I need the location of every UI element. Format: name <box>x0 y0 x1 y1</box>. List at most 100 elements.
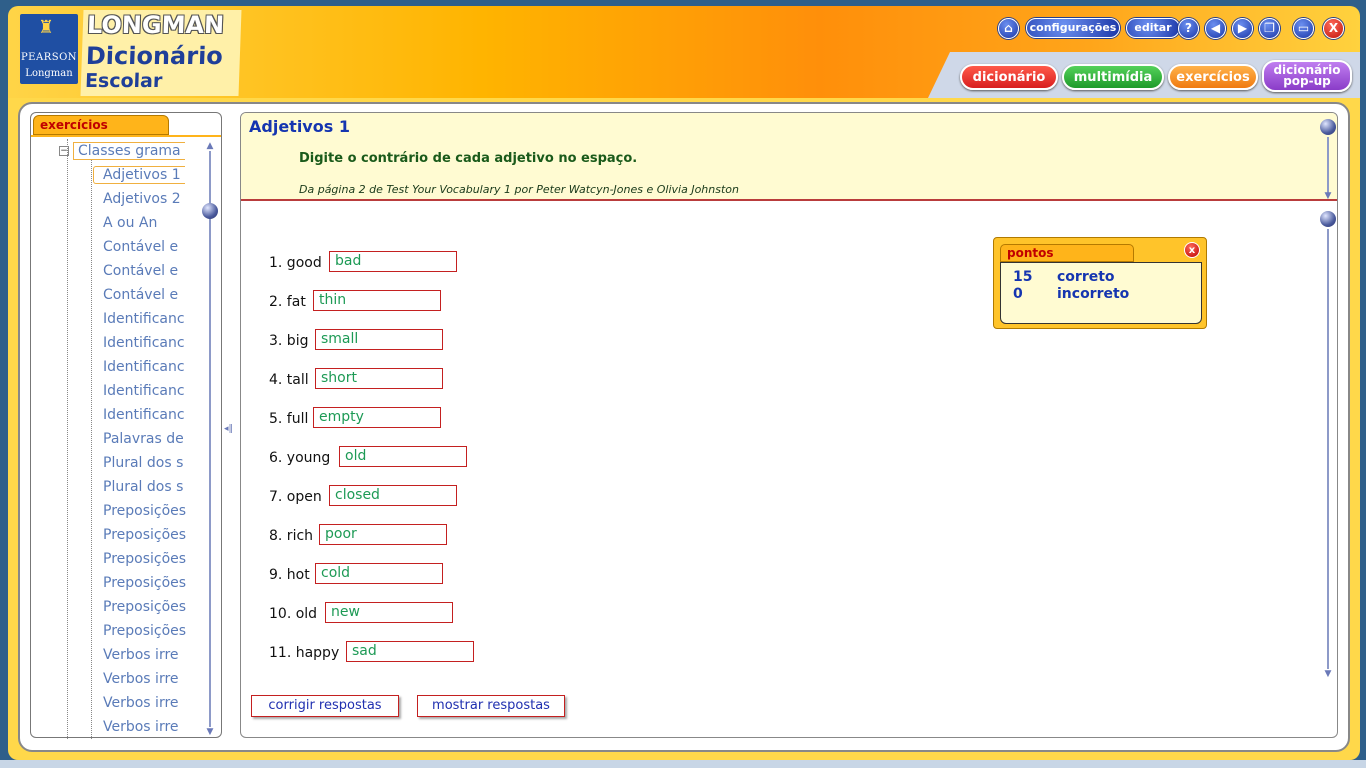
show-answers-button[interactable]: mostrar respostas <box>417 695 565 717</box>
tree-item-label: Preposições <box>103 503 187 519</box>
home-icon[interactable]: ⌂ <box>998 18 1019 39</box>
tree-item-label: Adjetivos 2 <box>103 191 181 207</box>
tree-item-label: Verbos irre <box>103 647 179 663</box>
tree-item[interactable]: Verbos irre <box>93 669 201 689</box>
header-scroll-thumb[interactable] <box>1320 119 1336 135</box>
score-close-button[interactable]: x <box>1184 242 1200 258</box>
tree-item[interactable]: Plural dos s <box>93 477 201 497</box>
collapse-icon[interactable]: − <box>59 146 69 156</box>
header-scroll-down-icon[interactable]: ▼ <box>1321 191 1335 201</box>
check-answers-button[interactable]: corrigir respostas <box>251 695 399 717</box>
tree-item[interactable]: Plural dos s <box>93 453 201 473</box>
tree-item[interactable]: Preposições <box>93 501 201 521</box>
tree-item[interactable]: Adjetivos 1 <box>93 165 201 185</box>
publisher-top: PEARSON <box>20 52 78 63</box>
tree-item[interactable]: Contável e <box>93 261 201 281</box>
forward-icon[interactable]: ▶ <box>1232 18 1253 39</box>
sidebar-tab-exercises[interactable]: exercícios <box>33 115 169 135</box>
tree-item[interactable]: Palavras de <box>93 429 201 449</box>
question-label: 9. hot <box>269 567 310 583</box>
exercise-title: Adjetivos 1 <box>249 117 350 136</box>
tree-item[interactable]: Preposições <box>93 597 201 617</box>
app-window: ♜ PEARSON Longman LONGMAN Dicionário Esc… <box>0 0 1366 768</box>
scroll-thumb[interactable] <box>202 203 218 219</box>
answer-input[interactable]: closed <box>329 485 457 506</box>
product-line1: Dicionário <box>85 42 224 70</box>
tree-item-label: Adjetivos 1 <box>93 166 185 184</box>
questions-scroll-thumb[interactable] <box>1320 211 1336 227</box>
answer-input[interactable]: short <box>315 368 443 389</box>
header-scrollbar[interactable]: ▼ <box>1320 119 1336 201</box>
answer-input[interactable]: bad <box>329 251 457 272</box>
answer-input[interactable]: cold <box>315 563 443 584</box>
nav-exercises-button[interactable]: exercícios <box>1168 64 1258 90</box>
tree-item[interactable]: Preposições <box>93 573 201 593</box>
tree-item-label: Preposições <box>103 599 187 615</box>
tree-item[interactable]: Identificanc <box>93 405 201 425</box>
answer-input[interactable]: poor <box>319 524 447 545</box>
score-panel: pontos x 15 correto 0 incorreto <box>993 237 1207 329</box>
correct-count: 15 <box>1013 269 1033 285</box>
tree-item-label: Contável e <box>103 287 179 303</box>
tree-item[interactable]: Verbos irre <box>93 717 201 737</box>
tree-item-label: Plural dos s <box>103 479 184 495</box>
tree-item[interactable]: Preposições <box>93 525 201 545</box>
brand-logo: LONGMAN Dicionário Escolar <box>80 10 242 96</box>
back-icon[interactable]: ◀ <box>1205 18 1226 39</box>
questions-scroll-down-icon[interactable]: ▼ <box>1321 669 1335 679</box>
help-button[interactable]: ? <box>1178 18 1199 39</box>
answer-input[interactable]: empty <box>313 407 441 428</box>
sidebar-scrollbar[interactable]: ▲ ▼ <box>202 141 218 737</box>
tree-item-label: Identificanc <box>103 407 185 423</box>
tree-item-label: Verbos irre <box>103 719 179 735</box>
tree-item[interactable]: Contável e <box>93 285 201 305</box>
tree-item-label: Identificanc <box>103 311 185 327</box>
tree-item-label: Preposições <box>103 551 187 567</box>
main-nav: dicionário multimídia exercícios dicioná… <box>928 52 1360 98</box>
pearson-logo: ♜ PEARSON Longman <box>20 14 78 84</box>
tree-item[interactable]: Verbos irre <box>93 645 201 665</box>
tree-root-label: Classes grama <box>73 142 185 160</box>
tree-item[interactable]: Identificanc <box>93 333 201 353</box>
settings-button[interactable]: configurações <box>1026 18 1120 38</box>
incorrect-label: incorreto <box>1057 286 1130 302</box>
edit-button[interactable]: editar <box>1126 18 1180 38</box>
scroll-up-icon[interactable]: ▲ <box>203 141 217 151</box>
tree-item-label: Identificanc <box>103 359 185 375</box>
scroll-track[interactable] <box>209 151 211 727</box>
questions-scroll-track[interactable] <box>1327 229 1329 669</box>
content-area: exercícios − Classes grama Adjetivos 1 Adje… <box>18 102 1350 752</box>
header-scroll-track[interactable] <box>1327 137 1329 193</box>
questions-scrollbar[interactable]: ▼ <box>1320 209 1336 679</box>
restore-icon[interactable]: ❐ <box>1259 18 1280 39</box>
tree-item-label: Preposições <box>103 527 187 543</box>
nav-multimedia-button[interactable]: multimídia <box>1062 64 1164 90</box>
tree-item[interactable]: Preposições <box>93 549 201 569</box>
tree-item[interactable]: A ou An <box>93 213 201 233</box>
tree-item[interactable]: Preposições <box>93 621 201 641</box>
tree-guide-line <box>91 159 92 739</box>
answer-input[interactable]: old <box>339 446 467 467</box>
scroll-down-icon[interactable]: ▼ <box>203 727 217 737</box>
panel-splitter-icon[interactable]: ◂‖ <box>224 424 236 436</box>
tree-item[interactable]: Identificanc <box>93 381 201 401</box>
tree-item[interactable]: Identificanc <box>93 357 201 377</box>
tree-item-label: Contável e <box>103 263 179 279</box>
tree-item-label: Identificanc <box>103 383 185 399</box>
nav-dictionary-button[interactable]: dicionário <box>960 64 1058 90</box>
tree-root-node[interactable]: − Classes grama <box>59 141 201 161</box>
answer-input[interactable]: thin <box>313 290 441 311</box>
tree-item[interactable]: Identificanc <box>93 309 201 329</box>
answer-input[interactable]: sad <box>346 641 474 662</box>
tree-item[interactable]: Adjetivos 2 <box>93 189 201 209</box>
tree-item[interactable]: Verbos irre <box>93 693 201 713</box>
answer-input[interactable]: small <box>315 329 443 350</box>
maximize-icon[interactable]: ▭ <box>1293 18 1314 39</box>
answer-input[interactable]: new <box>325 602 453 623</box>
nav-popup-dictionary-button[interactable]: dicionário pop-up <box>1262 60 1352 92</box>
exercise-panel: Adjetivos 1 Digite o contrário de cada a… <box>240 112 1338 738</box>
score-tab: pontos <box>1000 244 1134 262</box>
tree-item[interactable]: Contável e <box>93 237 201 257</box>
tree-item-label: A ou An <box>103 215 158 231</box>
close-button[interactable]: X <box>1323 18 1344 39</box>
